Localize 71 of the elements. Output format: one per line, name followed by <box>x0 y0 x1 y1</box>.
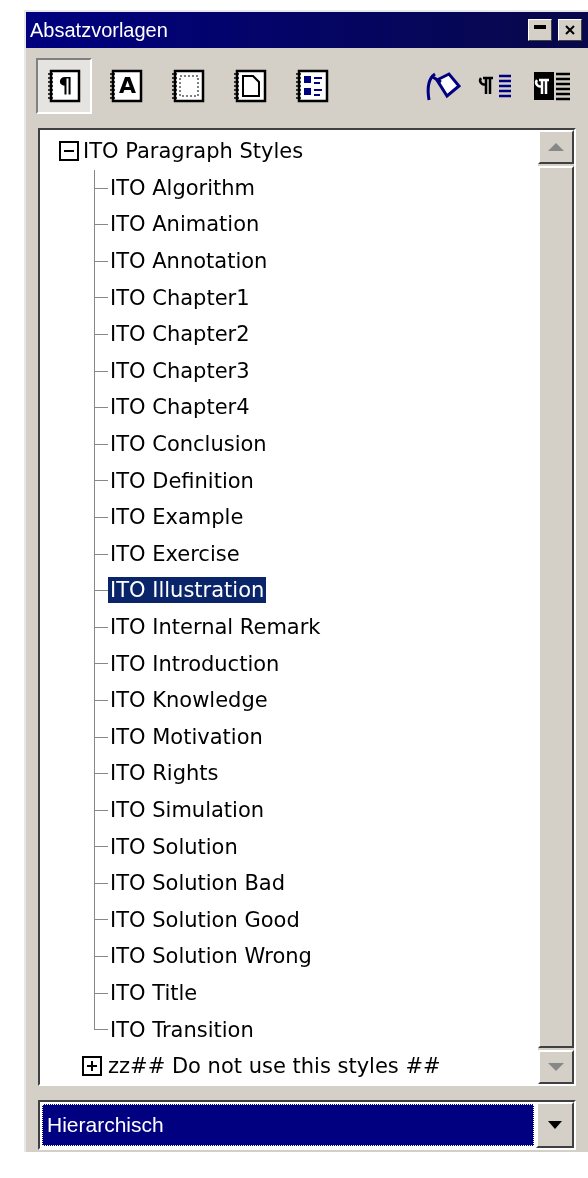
book-icon <box>231 68 269 104</box>
book-icon <box>45 68 83 104</box>
book-icon <box>107 68 145 104</box>
tree-item[interactable]: ITO Algorithm <box>108 174 258 201</box>
tree-connector <box>94 901 108 939</box>
tree-connector <box>94 608 108 646</box>
tree-connector <box>94 791 108 829</box>
tree-connector <box>94 718 108 756</box>
tree-item[interactable]: ITO Simulation <box>108 797 267 823</box>
down-arrow-icon <box>548 1063 564 1071</box>
scroll-down-button[interactable] <box>538 1050 574 1084</box>
tree-connector <box>94 389 108 427</box>
tree-item[interactable]: ITO Solution Good <box>108 906 302 933</box>
tree-connector <box>94 864 108 902</box>
tree-item[interactable]: ITO Illustration <box>108 577 267 604</box>
style-family-button[interactable]: A <box>98 58 154 114</box>
tree-connector <box>94 572 108 610</box>
dropdown-button[interactable] <box>536 1102 574 1148</box>
tree-item[interactable]: ITO Solution Bad <box>108 870 288 897</box>
tree-connector <box>94 938 108 976</box>
tree-item[interactable]: ITO Introduction <box>108 650 282 677</box>
icon-glyph: ¶ <box>58 75 73 97</box>
tree-item[interactable]: ITO Motivation <box>108 723 265 750</box>
tree-item[interactable]: ITO Annotation <box>108 248 270 275</box>
tree-connector <box>94 828 108 866</box>
tree-item[interactable]: ITO Knowledge <box>108 687 270 714</box>
tree-connector <box>94 242 108 280</box>
tree-item[interactable]: ITO Internal Remark <box>108 614 323 640</box>
up-arrow-icon <box>548 143 564 151</box>
book-icon <box>169 68 207 104</box>
tree-item[interactable]: ITO Rights <box>108 760 221 787</box>
tree-item[interactable]: ITO Solution <box>108 833 240 860</box>
close-button[interactable] <box>558 19 582 41</box>
style-family-button[interactable]: ¶ <box>36 58 92 114</box>
minimize-button[interactable] <box>528 19 552 41</box>
dropdown-value: Hierarchisch <box>42 1104 534 1146</box>
tree-connector <box>94 498 108 536</box>
tree-item[interactable]: ITO Animation <box>108 211 262 238</box>
tree-item[interactable]: ITO Chapter4 <box>108 394 252 421</box>
tree-connector <box>94 462 108 500</box>
close-icon <box>565 25 575 35</box>
tree-item[interactable]: ITO Example <box>108 504 246 531</box>
tree-item[interactable]: ITO Exercise <box>108 540 242 567</box>
tree-connector <box>94 206 108 244</box>
tree-connector <box>94 645 108 683</box>
tree-item[interactable]: ITO Solution Wrong <box>108 943 314 970</box>
scroll-up-button[interactable] <box>538 130 574 164</box>
tree-connector <box>94 425 108 463</box>
tree-connector <box>94 681 108 719</box>
tree-connector <box>94 755 108 793</box>
tree-item[interactable]: ITO Transition <box>108 1016 256 1043</box>
caret-icon <box>548 1121 562 1129</box>
window-title: Absatzvorlagen <box>30 18 168 42</box>
book-icon <box>293 68 331 104</box>
tree-connector <box>94 169 108 207</box>
tree-item[interactable]: ITO Chapter1 <box>108 284 252 311</box>
tree-connector <box>94 535 108 573</box>
tree-connector <box>94 315 108 353</box>
tree-item[interactable]: ITO Chapter3 <box>108 357 252 384</box>
tree-item[interactable]: ITO Definition <box>108 467 256 494</box>
tree-item[interactable]: zz## Do not use this styles ## <box>106 1053 443 1080</box>
icon-glyph: A <box>119 75 136 97</box>
tree-item[interactable]: ITO Conclusion <box>108 431 269 458</box>
expand-icon[interactable] <box>82 1056 102 1077</box>
collapse-icon[interactable] <box>59 141 79 162</box>
tree-item[interactable]: ITO Paragraph Styles <box>81 138 306 165</box>
tree-item[interactable]: ITO Title <box>108 979 200 1006</box>
filter-dropdown[interactable]: Hierarchisch <box>38 1100 576 1150</box>
tree-connector <box>94 279 108 317</box>
tree-connector <box>94 352 108 390</box>
tree-item[interactable]: ITO Chapter2 <box>108 321 252 348</box>
